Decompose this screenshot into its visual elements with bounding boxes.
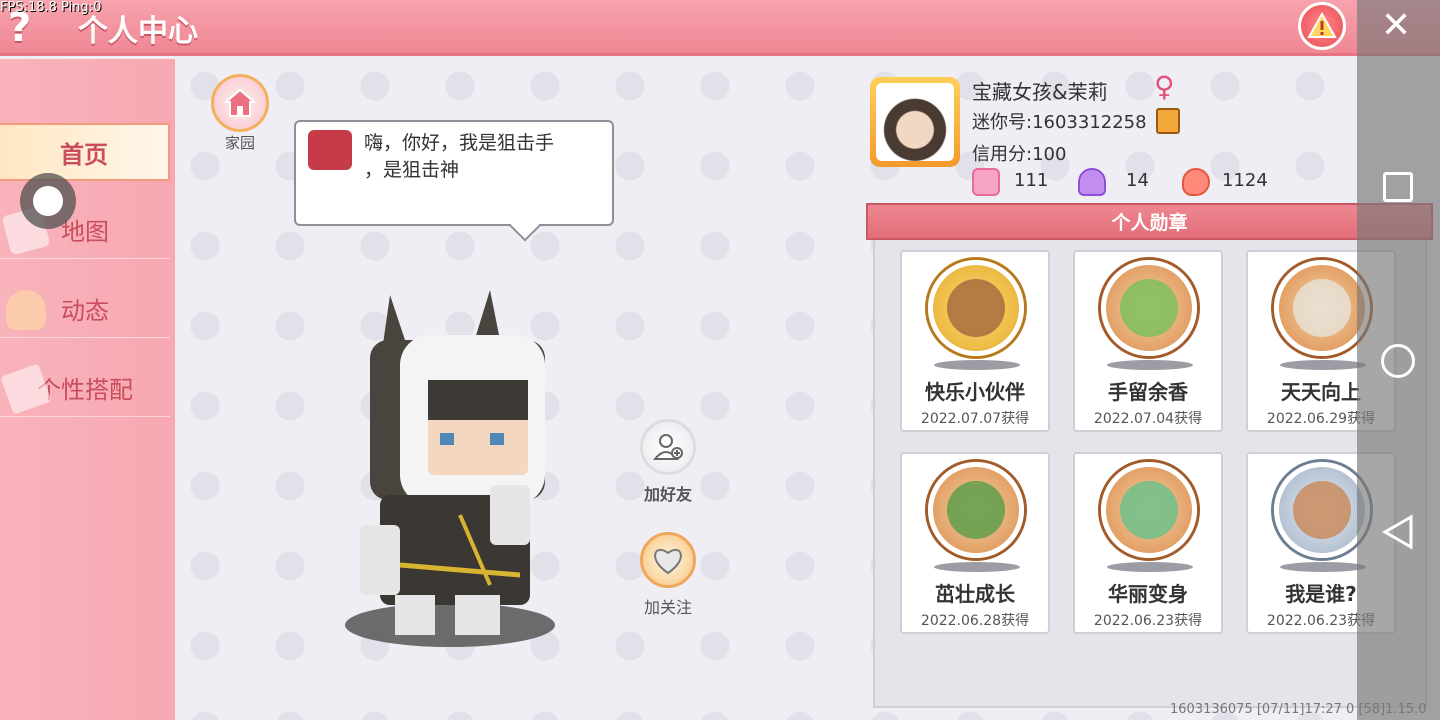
credit-score: 信用分:100 [972, 144, 1067, 165]
back-icon[interactable] [1381, 514, 1415, 550]
top-bar: ? 个人中心 [0, 0, 1440, 56]
badge-date: 2022.06.28获得 [920, 613, 1030, 629]
badge-medal-icon [928, 260, 1024, 356]
badge-medal-icon [1101, 260, 1197, 356]
badge-name: 华丽变身 [1108, 582, 1188, 606]
assistive-dot [33, 186, 63, 216]
avatar-image [876, 83, 954, 161]
sidebar-item-feed[interactable]: 动态 [0, 280, 170, 338]
mini-id: 迷你号:1603312258 [972, 112, 1147, 133]
badge-medal-icon [1101, 462, 1197, 558]
badge-medal-icon [928, 462, 1024, 558]
flag-icon [972, 168, 1000, 196]
warning-icon [1307, 11, 1337, 38]
badge-name: 手留余香 [1108, 380, 1188, 404]
badge-medal-icon [1274, 462, 1370, 558]
sidebar: 首页 地图 动态 个性搭配 [0, 59, 175, 720]
heart-icon [654, 548, 682, 575]
add-user-icon [652, 434, 683, 460]
crown-icon [1078, 168, 1106, 196]
fps-readout: FPS:18.8 Ping:0 [0, 0, 102, 15]
player-name: 宝藏女孩&茉莉 [972, 80, 1108, 104]
player-character [345, 290, 555, 647]
copy-icon[interactable] [1156, 108, 1180, 134]
house-icon [223, 88, 257, 117]
sidebar-item-label: 个性搭配 [37, 376, 133, 404]
chat-avatar-icon [308, 130, 352, 170]
badge-panel-title: 个人勋章 [866, 203, 1433, 240]
add-friend-button[interactable] [640, 419, 696, 475]
home-circle-icon[interactable] [1381, 344, 1415, 378]
report-button[interactable] [1298, 2, 1346, 50]
follow-label: 加关注 [643, 598, 692, 617]
flame-icon [1182, 168, 1210, 196]
sidebar-item-label: 首页 [60, 140, 108, 169]
badge-card[interactable]: 手留余香 2022.07.04获得 [1073, 250, 1223, 432]
badge-medal-icon [1274, 260, 1370, 356]
stat-value: 14 [1126, 170, 1149, 191]
speech-text: 嗨，你好，我是狙击手 ，是狙击神 [364, 132, 555, 181]
badge-date: 2022.06.23获得 [1093, 613, 1203, 629]
sidebar-item-outfit[interactable]: 个性搭配 [0, 359, 170, 417]
close-icon[interactable]: ✕ [1381, 8, 1411, 44]
home-label: 家园 [224, 134, 255, 152]
badge-card[interactable]: 华丽变身 2022.06.23获得 [1073, 452, 1223, 634]
sidebar-item-home[interactable]: 首页 [0, 123, 170, 181]
badge-card[interactable]: 茁壮成长 2022.06.28获得 [900, 452, 1050, 634]
stat-value: 1124 [1222, 170, 1268, 191]
speech-bubble: 嗨，你好，我是狙击手 ，是狙击神 [294, 120, 614, 226]
badge-date: 2022.07.04获得 [1093, 411, 1203, 427]
stat-value: 111 [1014, 170, 1049, 191]
badge-card[interactable]: 快乐小伙伴 2022.07.07获得 [900, 250, 1050, 432]
sidebar-item-label: 动态 [61, 297, 109, 325]
badge-name: 快乐小伙伴 [925, 380, 1025, 404]
bell-icon [6, 290, 46, 330]
follow-button[interactable] [640, 532, 696, 588]
add-friend-label: 加好友 [643, 485, 692, 504]
profile-avatar[interactable] [870, 77, 960, 167]
assistive-touch-button[interactable] [20, 173, 76, 229]
badge-date: 2022.07.07获得 [920, 411, 1030, 427]
system-nav-bar: ✕ [1357, 0, 1440, 720]
badge-name: 茁壮成长 [935, 582, 1015, 606]
recent-apps-icon[interactable] [1383, 172, 1413, 202]
home-button[interactable] [211, 74, 269, 132]
gender-female-icon: ♀ [1154, 70, 1175, 103]
